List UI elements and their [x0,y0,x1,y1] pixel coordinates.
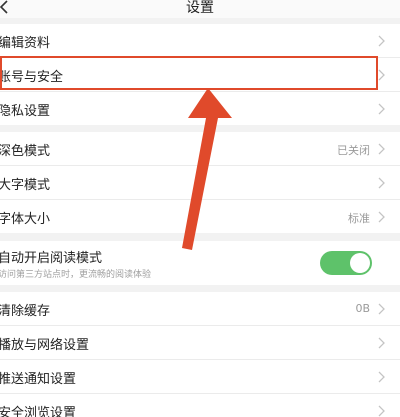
chevron-right-icon [378,371,385,383]
row-label: 编辑资料 [0,36,51,51]
row-push-notifications[interactable]: 推送通知设置 [0,360,400,393]
chevron-right-icon [378,103,385,115]
reading-mode-toggle[interactable] [320,251,372,275]
row-label: 大字模式 [0,178,51,193]
row-label: 播放与网络设置 [0,338,90,353]
chevron-right-icon [378,143,385,155]
row-label: 清除缓存 [0,304,51,319]
chevron-right-icon [378,337,385,349]
annotation-arrow-icon [182,88,232,250]
chevron-right-icon [378,177,385,189]
row-value: 标准 [348,212,370,225]
row-value: 已关闭 [337,144,370,157]
row-safe-browsing[interactable]: 安全浏览设置 [0,394,400,417]
row-label: 安全浏览设置 [0,406,77,417]
annotation-highlight-box [0,56,378,90]
row-label: 推送通知设置 [0,372,77,387]
chevron-right-icon [378,303,385,315]
page-title: 设置 [186,0,214,16]
header: 设置 [0,0,400,18]
chevron-right-icon [378,405,385,417]
row-description: 访问第三方站点时，更流畅的阅读体验 [0,270,152,280]
chevron-right-icon [378,211,385,223]
row-playback-network[interactable]: 播放与网络设置 [0,326,400,359]
row-label: 自动开启阅读模式 [0,251,103,266]
row-label: 字体大小 [0,212,51,227]
row-label: 隐私设置 [0,104,51,119]
settings-screen: 设置 编辑资料 账号与安全 隐私设置 深色模式 已关闭 大字模式 字体大小 标准… [0,0,400,417]
row-clear-cache[interactable]: 清除缓存 0B [0,292,400,325]
chevron-right-icon [378,35,385,47]
row-label: 深色模式 [0,144,51,159]
toggle-knob [350,253,370,273]
chevron-right-icon [378,69,385,81]
row-edit-profile[interactable]: 编辑资料 [0,24,400,57]
row-value: 0B [355,302,370,315]
